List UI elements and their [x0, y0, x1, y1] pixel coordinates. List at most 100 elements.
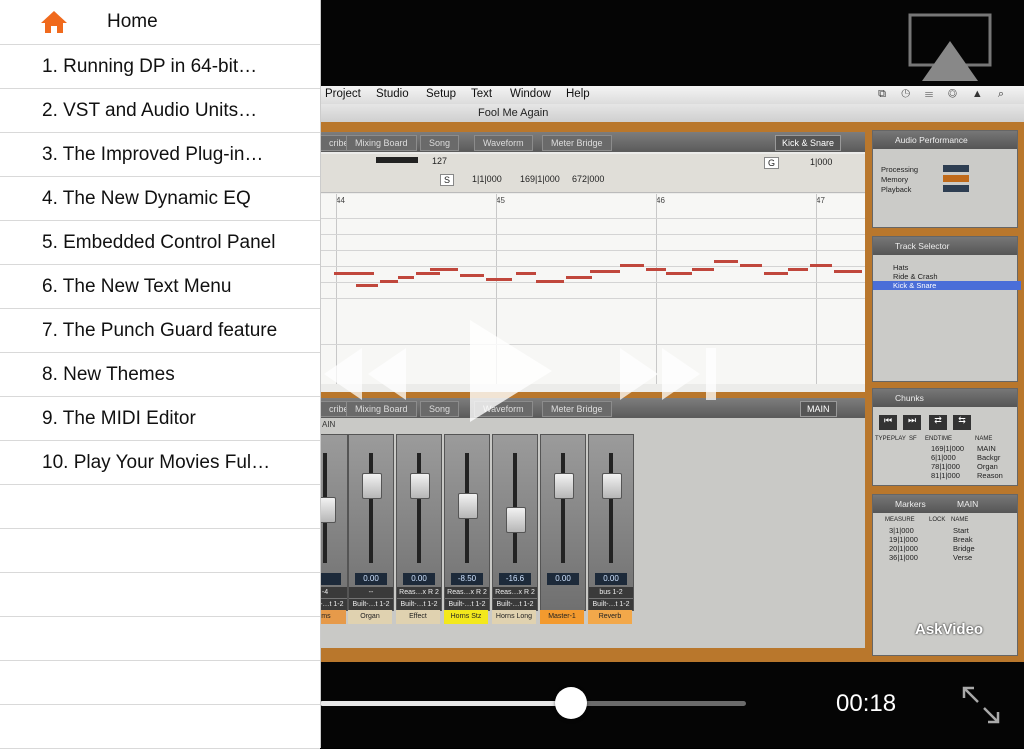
range-duration[interactable]: 672|000: [572, 174, 604, 184]
midi-note[interactable]: [740, 264, 762, 267]
chapter-item[interactable]: 8. New Themes: [0, 352, 320, 397]
swap-icon[interactable]: ⇆: [953, 415, 971, 430]
midi-note[interactable]: [398, 276, 414, 279]
chapter-label: 8. New Themes: [42, 364, 175, 385]
chunk-menu-selected[interactable]: MAIN: [800, 401, 837, 417]
marker-name[interactable]: Break: [953, 535, 973, 544]
output-select[interactable]: Built-…t 1-2: [397, 599, 441, 610]
panel-header: Chunks: [873, 389, 1017, 407]
midi-note[interactable]: [666, 272, 692, 275]
chunks-panel: Chunks ⏮ ⏭ ⇄ ⇆ TYPE PLAY SF ENDTIME NAME…: [872, 388, 1018, 486]
perf-label: Playback: [881, 185, 912, 194]
tab-mixing-board[interactable]: Mixing Board: [346, 135, 417, 151]
marker-measure: 20|1|000: [889, 544, 918, 553]
output-select[interactable]: Built-…t 1-2: [349, 599, 393, 610]
midi-note[interactable]: [334, 272, 374, 275]
tab-meter-bridge[interactable]: Meter Bridge: [542, 135, 612, 151]
midi-note[interactable]: [646, 268, 666, 271]
chunk-name[interactable]: MAIN: [977, 444, 996, 453]
chapter-item[interactable]: 10. Play Your Movies Ful…: [0, 440, 320, 485]
marker-name[interactable]: Start: [953, 526, 969, 535]
marker-name[interactable]: Bridge: [953, 544, 975, 553]
fader-track: [609, 453, 613, 563]
fader-knob[interactable]: [602, 473, 622, 499]
range-start[interactable]: 1|1|000: [472, 174, 502, 184]
midi-note[interactable]: [810, 264, 832, 267]
chapter-item[interactable]: 9. The MIDI Editor: [0, 396, 320, 441]
fader-knob[interactable]: [362, 473, 382, 499]
play-icon[interactable]: [466, 316, 556, 426]
midi-note[interactable]: [834, 270, 862, 273]
progress-track[interactable]: [320, 701, 746, 706]
marker-name[interactable]: Verse: [953, 553, 972, 562]
chapter-item[interactable]: 6. The New Text Menu: [0, 264, 320, 309]
perf-label: Memory: [881, 175, 909, 184]
rewind-icon[interactable]: [322, 346, 408, 402]
fader-track: [561, 453, 565, 563]
chapter-item[interactable]: 1. Running DP in 64-bit…: [0, 44, 320, 89]
chunk-endtime: 6|1|000: [931, 453, 956, 462]
midi-note[interactable]: [516, 272, 536, 275]
empty-row: [0, 616, 320, 661]
tab-waveform[interactable]: Waveform: [474, 135, 533, 151]
markers-selector[interactable]: MAIN: [957, 495, 978, 513]
fast-forward-icon[interactable]: [618, 346, 720, 402]
midi-note[interactable]: [566, 276, 592, 279]
midi-note[interactable]: [380, 280, 398, 283]
midi-note[interactable]: [620, 264, 644, 267]
track-item[interactable]: Hats: [893, 263, 908, 272]
empty-row: [0, 528, 320, 573]
g-button[interactable]: G: [764, 157, 780, 169]
chapter-item[interactable]: 4. The New Dynamic EQ: [0, 176, 320, 221]
range-end[interactable]: 169|1|000: [520, 174, 560, 184]
output-select[interactable]: Built-…t 1-2: [493, 599, 537, 610]
skip-back-icon[interactable]: ⏮: [879, 415, 897, 430]
track-item[interactable]: Ride & Crash: [893, 272, 938, 281]
fader-knob[interactable]: [506, 507, 526, 533]
skip-forward-icon[interactable]: ⏭: [903, 415, 921, 430]
input-select[interactable]: Reas…x R 2: [397, 587, 441, 598]
fader-value: 0.00: [547, 573, 579, 585]
midi-note[interactable]: [460, 274, 484, 277]
midi-note[interactable]: [430, 268, 458, 271]
tab-song[interactable]: Song: [420, 135, 460, 151]
video-player[interactable]: Project Studio Setup Text Window Help ⧉ …: [302, 0, 1024, 748]
chapter-item[interactable]: 2. VST and Audio Units…: [0, 88, 320, 133]
output-select[interactable]: Built-…t 1-2: [589, 599, 633, 610]
midi-note[interactable]: [416, 272, 440, 275]
midi-note[interactable]: [536, 280, 564, 283]
tab-song[interactable]: Song: [420, 401, 460, 417]
midi-note[interactable]: [788, 268, 808, 271]
quantize-value[interactable]: 1|000: [810, 157, 832, 167]
progress-thumb[interactable]: [555, 687, 588, 719]
loop-icon[interactable]: ⇄: [929, 415, 947, 430]
tab-mixing-board[interactable]: Mixing Board: [346, 401, 417, 417]
chapter-item[interactable]: 3. The Improved Plug-in…: [0, 132, 320, 177]
midi-note[interactable]: [356, 284, 378, 287]
track-item-selected[interactable]: Kick & Snare: [873, 281, 1021, 290]
midi-note[interactable]: [486, 278, 512, 281]
fader-knob[interactable]: [554, 473, 574, 499]
input-select[interactable]: --: [349, 587, 393, 598]
midi-note[interactable]: [590, 270, 620, 273]
input-select[interactable]: Reas…x R 2: [493, 587, 537, 598]
input-select[interactable]: Reas…x R 2: [445, 587, 489, 598]
output-select[interactable]: Built-…t 1-2: [445, 599, 489, 610]
midi-note[interactable]: [764, 272, 788, 275]
fullscreen-icon[interactable]: [960, 684, 1002, 726]
midi-note[interactable]: [692, 268, 714, 271]
chunk-name[interactable]: Backgr: [977, 453, 1000, 462]
airplay-icon[interactable]: [908, 13, 992, 83]
fader-knob[interactable]: [458, 493, 478, 519]
fader-knob[interactable]: [410, 473, 430, 499]
midi-note[interactable]: [714, 260, 738, 263]
home-row[interactable]: Home: [0, 0, 320, 45]
input-select[interactable]: bus 1-2: [589, 587, 633, 598]
chunk-name[interactable]: Organ: [977, 462, 998, 471]
s-button[interactable]: S: [440, 174, 455, 186]
chunk-name[interactable]: Reason: [977, 471, 1003, 480]
fader-value: -8.50: [451, 573, 483, 585]
track-menu-selected[interactable]: Kick & Snare: [775, 135, 842, 151]
chapter-item[interactable]: 7. The Punch Guard feature: [0, 308, 320, 353]
chapter-item[interactable]: 5. Embedded Control Panel: [0, 220, 320, 265]
